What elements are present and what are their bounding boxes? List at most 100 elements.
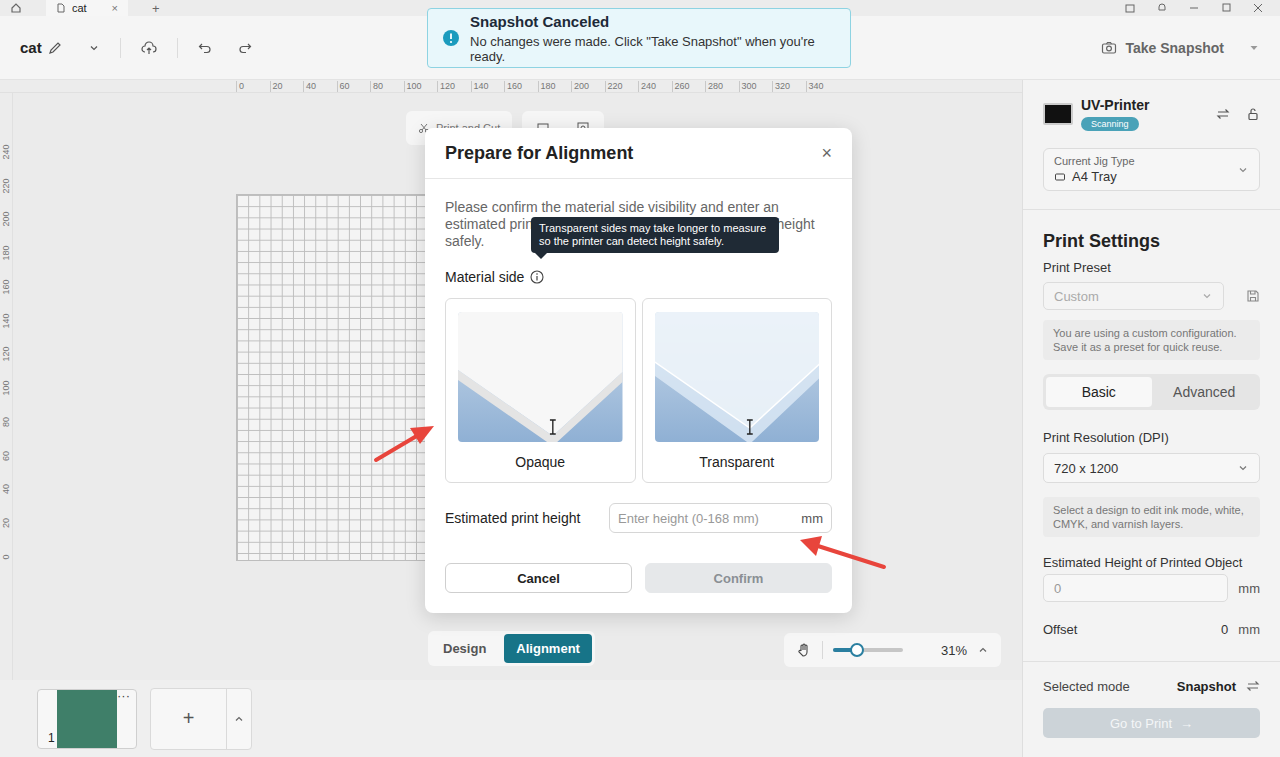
take-snapshot-button[interactable]: Take Snapshot bbox=[1101, 40, 1224, 56]
ruler-label: 200 bbox=[571, 81, 605, 92]
edit-icon[interactable] bbox=[48, 41, 62, 55]
settings-mode-tab[interactable]: Advanced bbox=[1152, 377, 1258, 407]
chevron-down-icon bbox=[1237, 462, 1249, 474]
print-preset-row: Custom bbox=[1043, 282, 1260, 310]
ruler-label: 220 bbox=[0, 169, 12, 203]
ruler-label: 240 bbox=[638, 81, 672, 92]
material-option[interactable]: Opaque bbox=[445, 298, 636, 483]
ruler-label: 80 bbox=[0, 405, 12, 439]
printer-row: UV-Printer Scanning bbox=[1043, 94, 1260, 134]
material-option[interactable]: Transparent bbox=[642, 298, 833, 483]
add-page-button[interactable]: + bbox=[151, 689, 227, 749]
offset-value[interactable]: 0 bbox=[1221, 622, 1228, 637]
printer-status-badge: Scanning bbox=[1081, 117, 1139, 131]
ruler-label: 300 bbox=[739, 81, 773, 92]
printer-icon bbox=[1043, 103, 1073, 125]
tab-close-button[interactable]: × bbox=[112, 2, 118, 14]
resolution-select[interactable]: 720 x 1200 bbox=[1043, 453, 1260, 483]
print-preset-label: Print Preset bbox=[1043, 260, 1260, 275]
document-title[interactable]: cat bbox=[20, 39, 42, 56]
ruler-label: 160 bbox=[504, 81, 538, 92]
new-tab-button[interactable]: + bbox=[152, 1, 160, 16]
dialog-button[interactable]: Cancel bbox=[445, 563, 632, 593]
layers-note: Select a design to edit ink mode, white,… bbox=[1043, 497, 1260, 537]
ruler-label: 120 bbox=[437, 81, 471, 92]
cat-image bbox=[57, 690, 117, 748]
toast-notification: Snapshot Canceled No changes were made. … bbox=[427, 8, 851, 68]
material-option-label: Transparent bbox=[699, 454, 774, 470]
dialog-close-button[interactable]: × bbox=[821, 143, 832, 164]
offset-row: Offset 0 mm bbox=[1043, 622, 1260, 637]
dialog-button[interactable]: Confirm bbox=[645, 563, 832, 593]
camera-icon bbox=[1101, 40, 1117, 56]
object-height-input[interactable]: 0 bbox=[1043, 574, 1228, 602]
preset-note: You are using a custom configuration. Sa… bbox=[1043, 320, 1260, 360]
view-tab[interactable]: Design bbox=[431, 634, 498, 663]
minimize-icon[interactable] bbox=[1188, 2, 1200, 14]
ruler-label: 40 bbox=[0, 473, 12, 507]
page-thumbnail[interactable]: 1 ··· bbox=[37, 689, 137, 749]
toast-title: Snapshot Canceled bbox=[470, 13, 836, 30]
add-page-group: + bbox=[150, 688, 252, 750]
bell-icon[interactable] bbox=[1156, 2, 1168, 14]
home-icon[interactable] bbox=[10, 2, 22, 14]
close-icon[interactable] bbox=[1252, 2, 1264, 14]
settings-mode-tabs: BasicAdvanced bbox=[1043, 374, 1260, 410]
toast-content: Snapshot Canceled No changes were made. … bbox=[470, 13, 836, 64]
print-height-input[interactable] bbox=[618, 511, 801, 526]
printer-section: UV-Printer Scanning Current Jig Type A4 … bbox=[1023, 80, 1280, 210]
arrow-to-opaque-icon bbox=[376, 426, 434, 460]
unlock-icon[interactable] bbox=[1246, 107, 1260, 121]
page-menu-button[interactable]: ··· bbox=[117, 688, 130, 703]
print-preset-select[interactable]: Custom bbox=[1043, 282, 1224, 310]
print-settings-title: Print Settings bbox=[1043, 230, 1260, 252]
tray-icon bbox=[1054, 171, 1066, 183]
separator bbox=[822, 641, 823, 659]
toast-message: No changes were made. Click "Take Snapsh… bbox=[470, 34, 836, 64]
ruler-label: 40 bbox=[303, 81, 337, 92]
page-strip: 1 ··· + bbox=[0, 680, 1022, 757]
ruler-label: 60 bbox=[337, 81, 371, 92]
ruler-label: 160 bbox=[0, 270, 12, 304]
restore-icon[interactable] bbox=[1220, 2, 1232, 14]
selected-mode-value: Snapshot bbox=[1177, 679, 1236, 694]
print-settings: Print Settings Print Preset Custom You a… bbox=[1023, 210, 1280, 637]
ruler-label: 80 bbox=[370, 81, 404, 92]
chevron-up-icon[interactable] bbox=[977, 644, 989, 656]
offset-label: Offset bbox=[1043, 622, 1077, 637]
upload-icon[interactable] bbox=[141, 40, 157, 56]
redo-icon[interactable] bbox=[238, 41, 252, 55]
object-height-label: Estimated Height of Printed Object bbox=[1043, 555, 1260, 570]
info-icon[interactable] bbox=[530, 270, 544, 284]
zoom-slider-knob[interactable] bbox=[850, 643, 864, 657]
app-window: cat × + cat Take Snapshot 02040608010012… bbox=[0, 0, 1280, 757]
ruler-label: 320 bbox=[772, 81, 806, 92]
jig-label: Current Jig Type bbox=[1054, 155, 1237, 167]
swap-icon[interactable] bbox=[1216, 107, 1230, 121]
jig-type-select[interactable]: Current Jig Type A4 Tray bbox=[1043, 148, 1260, 191]
save-icon[interactable] bbox=[1246, 289, 1260, 303]
material-illustration bbox=[655, 312, 820, 442]
go-to-print-button[interactable]: Go to Print → bbox=[1043, 708, 1260, 738]
zoom-slider[interactable] bbox=[833, 648, 903, 652]
chevron-down-icon[interactable] bbox=[88, 42, 100, 54]
printer-name: UV-Printer bbox=[1081, 97, 1149, 113]
ruler-label: 260 bbox=[672, 81, 706, 92]
hand-icon[interactable] bbox=[796, 642, 812, 658]
ruler-label: 100 bbox=[404, 81, 438, 92]
arrow-to-height-input-icon bbox=[800, 536, 884, 567]
caret-down-icon[interactable] bbox=[1248, 42, 1260, 54]
prepare-alignment-dialog: Prepare for Alignment × Please confirm t… bbox=[425, 128, 852, 613]
swap-icon[interactable] bbox=[1246, 679, 1260, 693]
printer-info: UV-Printer Scanning bbox=[1081, 97, 1149, 131]
document-tab[interactable]: cat × bbox=[46, 0, 128, 16]
file-icon bbox=[56, 3, 66, 13]
view-tab[interactable]: Alignment bbox=[504, 634, 592, 663]
ruler-label: 100 bbox=[0, 371, 12, 405]
settings-mode-tab[interactable]: Basic bbox=[1046, 377, 1152, 407]
undo-icon[interactable] bbox=[198, 41, 212, 55]
expand-pages-button[interactable] bbox=[227, 689, 251, 749]
arrow-right-glyph: → bbox=[1180, 716, 1193, 731]
bag-icon[interactable] bbox=[1124, 2, 1136, 14]
dialog-title: Prepare for Alignment bbox=[445, 143, 633, 164]
